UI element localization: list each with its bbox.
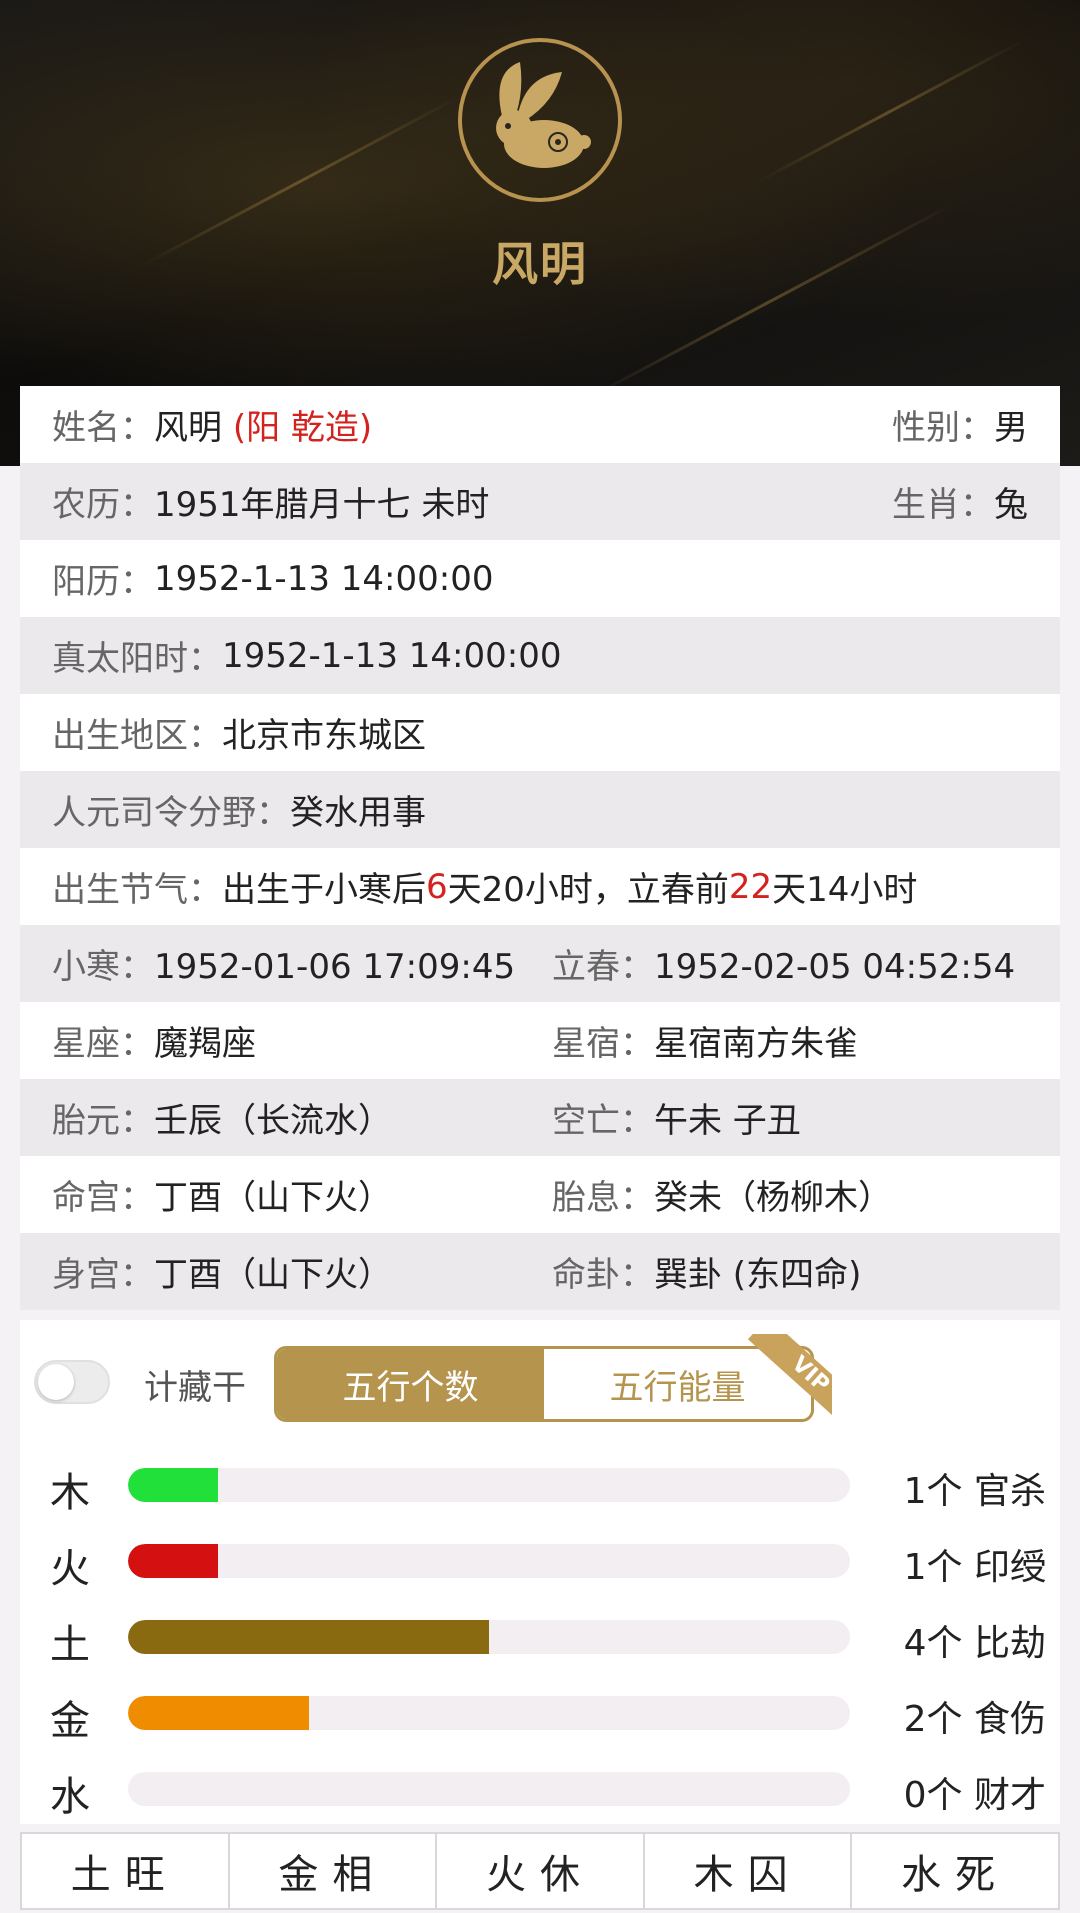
- renyuan-value: 癸水用事: [290, 793, 426, 833]
- state-cell: 金相: [230, 1834, 438, 1908]
- wuxing-state-bar: 土旺 金相 火休 木囚 水死: [20, 1832, 1060, 1910]
- rabbit-zodiac-icon: [458, 38, 622, 202]
- shengong-label: 身宫：: [52, 1255, 154, 1295]
- solar-label: 阳历：: [52, 562, 154, 602]
- minggua-value: 巽卦 (东四命): [654, 1255, 862, 1295]
- element-bar-fill: [128, 1620, 489, 1654]
- element-count: 2个 食伤: [903, 1699, 1046, 1740]
- info-row-renyuan: 人元司令分野： 癸水用事: [20, 771, 1060, 848]
- birthplace-value: 北京市东城区: [222, 716, 426, 756]
- state-cell: 木囚: [645, 1834, 853, 1908]
- minggong-value: 丁酉（山下火）: [154, 1178, 392, 1218]
- jieqi-days-before: 22: [728, 866, 773, 907]
- jieqi-text-1: 出生于小寒后: [222, 870, 426, 910]
- state-cell: 土旺: [22, 1834, 230, 1908]
- xingzuo-value: 魔羯座: [154, 1024, 256, 1064]
- state-cell: 火休: [437, 1834, 645, 1908]
- jieqi-text-3: 天14小时: [772, 870, 918, 910]
- element-label: 金: [50, 1698, 90, 1744]
- vip-badge: VIP: [720, 1334, 832, 1434]
- gender-value: 男: [994, 408, 1028, 448]
- solar-value: 1952-1-13 14:00:00: [154, 558, 494, 599]
- hidden-stems-toggle[interactable]: [34, 1360, 110, 1404]
- tab-wuxing-count[interactable]: 五行个数: [277, 1349, 544, 1419]
- state-cell: 水死: [901, 1852, 1010, 1898]
- name-value: 风明: [154, 408, 222, 448]
- jieqi-text-2: 天20小时，立春前: [447, 870, 729, 910]
- xingzuo-label: 星座：: [52, 1024, 154, 1064]
- wuxing-controls: 计藏干 五行个数 五行能量 VIP: [20, 1334, 1060, 1433]
- lunar-value: 1951年腊月十七 未时: [154, 485, 490, 525]
- info-row-shengong-minggua: 身宫：丁酉（山下火） 命卦：巽卦 (东四命): [20, 1233, 1060, 1310]
- taiyuan-label: 胎元：: [52, 1101, 154, 1141]
- element-label: 水: [50, 1774, 90, 1820]
- zodiac-value: 兔: [994, 485, 1028, 525]
- info-row-true-solar: 真太阳时： 1952-1-13 14:00:00: [20, 617, 1060, 694]
- wuxing-section: 计藏干 五行个数 五行能量 VIP 木 1个 官杀火 1个 印绶土 4个 比劫金 2个 …: [20, 1320, 1060, 1824]
- element-bar-track: [128, 1696, 850, 1730]
- true-solar-label: 真太阳时：: [52, 639, 222, 679]
- element-count: 1个 官杀: [903, 1471, 1046, 1512]
- taiyuan-value: 壬辰（长流水）: [154, 1101, 392, 1141]
- lichun-label: 立春：: [552, 947, 654, 987]
- info-row-name: 姓名：风明 (阳 乾造) 性别：男: [20, 386, 1060, 463]
- element-bar-track: [128, 1544, 850, 1578]
- element-bar-track: [128, 1772, 850, 1806]
- wuxing-bars: 木 1个 官杀火 1个 印绶土 4个 比劫金 2个 食伤水 0个 财才: [20, 1422, 1060, 1824]
- xiaohan-label: 小寒：: [52, 947, 154, 987]
- name-label: 姓名：: [52, 408, 154, 448]
- birthplace-label: 出生地区：: [52, 716, 222, 756]
- gender-label: 性别：: [892, 408, 994, 448]
- true-solar-value: 1952-1-13 14:00:00: [222, 635, 562, 676]
- element-label: 土: [50, 1622, 90, 1668]
- taixi-label: 胎息：: [552, 1178, 654, 1218]
- element-bar-fill: [128, 1468, 219, 1502]
- shengong-value: 丁酉（山下火）: [154, 1255, 392, 1295]
- wuxing-bar-row: 木 1个 官杀: [20, 1444, 1060, 1520]
- xingxiu-label: 星宿：: [552, 1024, 654, 1064]
- info-row-taiyuan-kongwang: 胎元：壬辰（长流水） 空亡：午未 子丑: [20, 1079, 1060, 1156]
- zodiac-label: 生肖：: [892, 485, 994, 525]
- element-label: 火: [50, 1546, 90, 1592]
- minggua-label: 命卦：: [552, 1255, 654, 1295]
- wuxing-bar-row: 火 1个 印绶: [20, 1520, 1060, 1596]
- info-row-jieqi: 出生节气： 出生于小寒后 6 天20小时，立春前 22 天14小时: [20, 848, 1060, 925]
- lunar-label: 农历：: [52, 485, 154, 525]
- element-count: 0个 财才: [903, 1775, 1046, 1816]
- element-count: 1个 印绶: [903, 1547, 1046, 1588]
- name-tag: (阳 乾造): [232, 408, 373, 448]
- jieqi-label: 出生节气：: [52, 870, 222, 910]
- xingxiu-value: 星宿南方朱雀: [654, 1024, 858, 1064]
- element-bar-fill: [128, 1696, 309, 1730]
- wuxing-bar-row: 金 2个 食伤: [20, 1672, 1060, 1748]
- element-bar-fill: [128, 1544, 219, 1578]
- info-row-minggong-taixi: 命宫：丁酉（山下火） 胎息：癸未（杨柳木）: [20, 1156, 1060, 1233]
- element-count: 4个 比劫: [903, 1623, 1046, 1664]
- bazi-info-card: 姓名：风明 (阳 乾造) 性别：男 农历：1951年腊月十七 未时 生肖：兔 阳…: [20, 386, 1060, 1824]
- wuxing-bar-row: 水 0个 财才: [20, 1748, 1060, 1824]
- info-row-xiaohan-lichun: 小寒：1952-01-06 17:09:45 立春：1952-02-05 04:…: [20, 925, 1060, 1002]
- kongwang-value: 午未 子丑: [654, 1101, 801, 1141]
- info-row-birthplace: 出生地区： 北京市东城区: [20, 694, 1060, 771]
- info-row-solar: 阳历： 1952-1-13 14:00:00: [20, 540, 1060, 617]
- xiaohan-value: 1952-01-06 17:09:45: [154, 947, 516, 987]
- renyuan-label: 人元司令分野：: [52, 793, 290, 833]
- hidden-stems-label: 计藏干: [144, 1368, 246, 1408]
- jieqi-days-after: 6: [426, 866, 448, 907]
- element-label: 木: [50, 1470, 90, 1516]
- taixi-value: 癸未（杨柳木）: [654, 1178, 892, 1218]
- element-bar-track: [128, 1468, 850, 1502]
- wuxing-bar-row: 土 4个 比劫: [20, 1596, 1060, 1672]
- info-row-lunar: 农历：1951年腊月十七 未时 生肖：兔: [20, 463, 1060, 540]
- page-title: 风明: [492, 237, 588, 291]
- minggong-label: 命宫：: [52, 1178, 154, 1218]
- lichun-value: 1952-02-05 04:52:54: [654, 947, 1016, 987]
- kongwang-label: 空亡：: [552, 1101, 654, 1141]
- element-bar-track: [128, 1620, 850, 1654]
- info-row-xingzuo-xingxiu: 星座：魔羯座 星宿：星宿南方朱雀: [20, 1002, 1060, 1079]
